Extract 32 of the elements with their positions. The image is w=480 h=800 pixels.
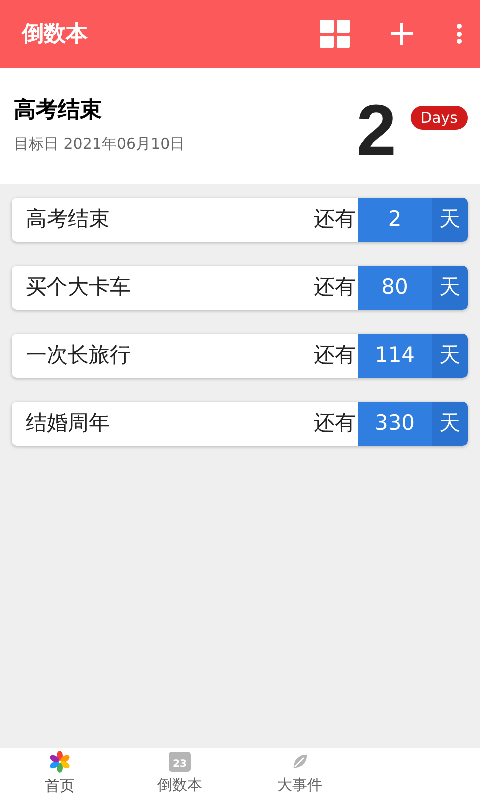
remaining-label: 还有 — [314, 410, 357, 438]
days-badge: Days — [410, 106, 468, 130]
nav-tab[interactable]: 23 倒数本 — [120, 748, 240, 800]
days-value: 80 — [358, 266, 432, 310]
app-title: 倒数本 — [22, 20, 89, 48]
event-name: 高考结束 — [25, 206, 111, 234]
days-value: 114 — [358, 334, 432, 378]
target-date: 目标日 2021年06月10日 — [14, 134, 186, 154]
featured-title: 高考结束 — [14, 97, 103, 124]
more-options-icon[interactable] — [456, 24, 462, 44]
grid-view-icon[interactable] — [320, 20, 350, 48]
day-unit: 天 — [432, 402, 468, 446]
remaining-label: 还有 — [314, 206, 357, 234]
remaining-label: 还有 — [314, 342, 357, 370]
nav-tab[interactable]: 首页 — [0, 748, 120, 800]
event-name: 买个大卡车 — [25, 274, 132, 302]
countdown-row[interactable]: 一次长旅行 还有 114 天 — [12, 334, 468, 378]
event-name: 结婚周年 — [25, 410, 111, 438]
remaining-label: 还有 — [314, 274, 357, 302]
calendar-icon: 23 — [169, 752, 191, 772]
days-value: 2 — [358, 198, 432, 242]
add-icon[interactable] — [390, 22, 414, 46]
countdown-row[interactable]: 买个大卡车 还有 80 天 — [12, 266, 468, 310]
event-name: 一次长旅行 — [25, 342, 132, 370]
days-count: 2 — [356, 95, 397, 167]
day-unit: 天 — [432, 334, 468, 378]
days-value: 330 — [358, 402, 432, 446]
countdown-row[interactable]: 结婚周年 还有 330 天 — [12, 402, 468, 446]
countdown-row[interactable]: 高考结束 还有 2 天 — [12, 198, 468, 242]
day-unit: 天 — [432, 266, 468, 310]
day-unit: 天 — [432, 198, 468, 242]
nav-tab[interactable]: 大事件 — [240, 748, 360, 800]
